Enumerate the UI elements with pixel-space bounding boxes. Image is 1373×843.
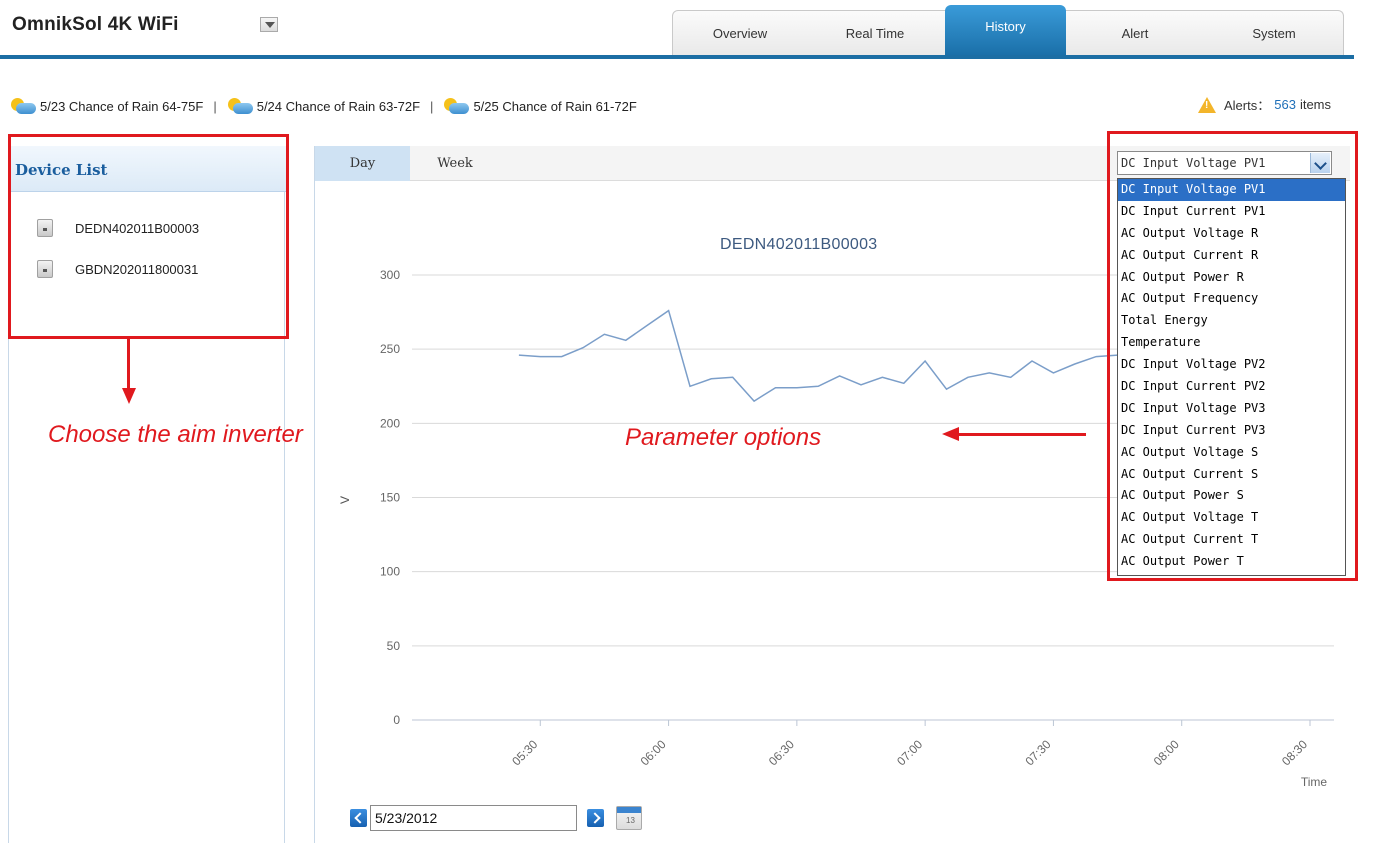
y-tick-label: 0 [393,713,400,727]
annotation-arrow [127,339,130,389]
x-tick-label: 06:30 [766,737,797,768]
device-list-highlight [8,134,289,339]
x-tick-label: 08:30 [1279,737,1310,768]
parameter-options-highlight [1107,131,1358,581]
y-tick-label: 150 [380,491,400,505]
annotation-arrowhead [942,427,959,441]
next-date-button[interactable] [587,809,604,827]
x-axis-label: Time [1301,775,1328,789]
x-tick-label: 05:30 [509,737,540,768]
series-line [518,309,1118,403]
y-tick-label: 50 [387,639,401,653]
y-tick-label: 200 [380,416,400,430]
annotation-choose-inverter: Choose the aim inverter [48,421,303,448]
y-axis-label: V [338,496,352,504]
y-tick-label: 300 [380,268,400,282]
x-tick-label: 07:00 [894,737,925,768]
y-tick-label: 250 [380,342,400,356]
annotation-parameter-options: Parameter options [625,424,822,451]
chart-title: DEDN402011B00003 [720,236,878,253]
calendar-icon-text: 13 [626,816,635,825]
x-tick-label: 06:00 [638,737,669,768]
x-tick-label: 07:30 [1022,737,1053,768]
prev-date-button[interactable] [350,809,367,827]
calendar-icon[interactable]: 13 [616,806,642,830]
annotation-arrowhead [122,388,136,404]
date-input[interactable]: 5/23/2012 [370,805,577,831]
x-tick-label: 08:00 [1151,737,1182,768]
y-tick-label: 100 [380,565,400,579]
annotation-arrow [958,433,1086,436]
